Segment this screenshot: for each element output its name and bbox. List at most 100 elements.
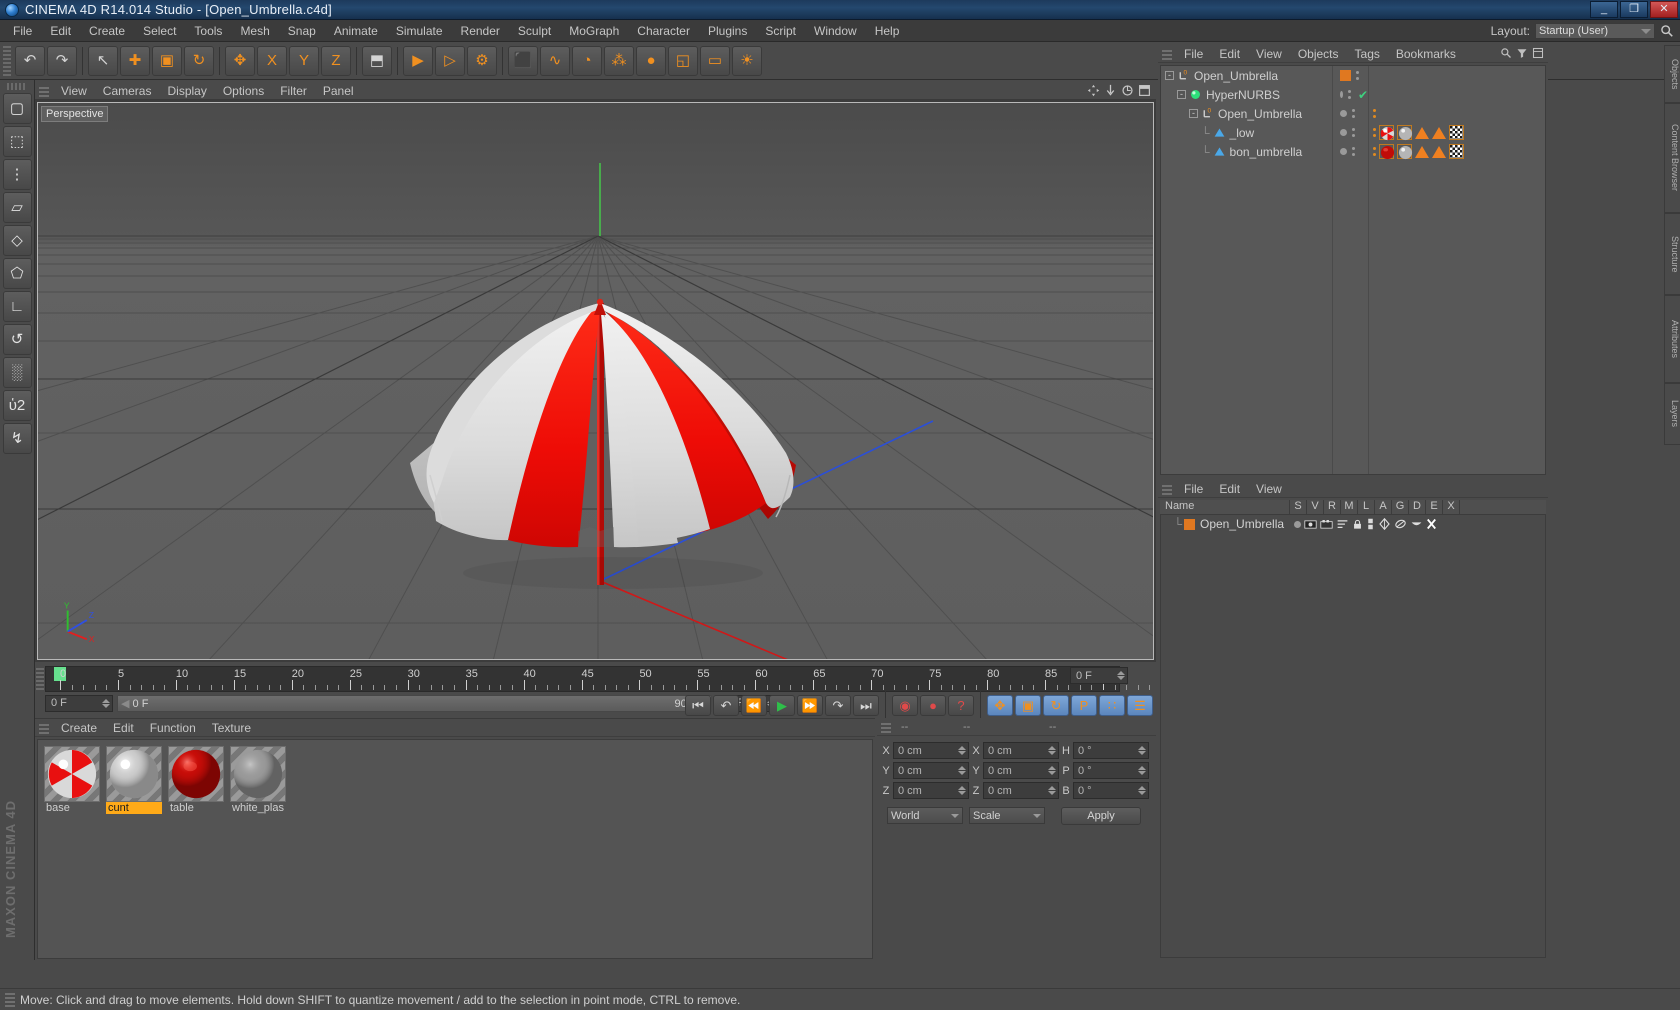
rotation-spinner[interactable] — [1138, 746, 1146, 755]
camera-button[interactable]: ◱ — [668, 45, 698, 76]
right-tab-objects[interactable]: Objects — [1664, 45, 1680, 103]
minimize-button[interactable]: _ — [1590, 1, 1618, 18]
menu-item-snap[interactable]: Snap — [279, 20, 325, 42]
redo-button[interactable]: ↷ — [47, 45, 77, 76]
right-tab-content-browser[interactable]: Content Browser — [1664, 103, 1680, 213]
material-menu-function[interactable]: Function — [142, 719, 204, 737]
visible-icon[interactable] — [1304, 519, 1317, 530]
rotate-button[interactable]: ↻ — [184, 45, 214, 76]
frame-indicator-spinner[interactable] — [1117, 671, 1125, 680]
selection-tag[interactable] — [1449, 144, 1464, 159]
viewport-3d[interactable]: Perspective Y X Z — [37, 102, 1154, 660]
viewport-menu-filter[interactable]: Filter — [272, 82, 315, 100]
layer-menu-edit[interactable]: Edit — [1211, 480, 1248, 498]
rotation-field-b[interactable]: 0 ° — [1073, 782, 1149, 799]
render-visibility-dots-icon[interactable] — [1356, 71, 1359, 80]
menu-item-render[interactable]: Render — [452, 20, 509, 42]
cube-primitive-button[interactable]: ⬛ — [508, 45, 538, 76]
layer-column-a[interactable]: A — [1375, 500, 1392, 514]
material-item[interactable]: cunt — [106, 746, 162, 814]
layer-column-r[interactable]: R — [1324, 500, 1341, 514]
position-spinner[interactable] — [958, 746, 966, 755]
material-item[interactable]: table — [168, 746, 224, 814]
object-row[interactable]: - 0 Open_Umbrella — [1161, 66, 1332, 85]
y-axis-lock-button[interactable]: Y — [289, 45, 319, 76]
object-expander[interactable]: - — [1165, 71, 1174, 80]
enable-axis-button[interactable]: ↺ — [2, 324, 32, 355]
z-axis-lock-button[interactable]: Z — [321, 45, 351, 76]
filter-icon[interactable] — [1516, 47, 1528, 59]
palette-grip[interactable] — [7, 83, 27, 90]
coordinates-menu-grip[interactable] — [881, 720, 891, 733]
timeline-grip[interactable] — [36, 668, 44, 690]
object-menu-tags[interactable]: Tags — [1347, 45, 1388, 63]
search-icon[interactable] — [1500, 47, 1512, 59]
record-active-objects-button[interactable]: ◉ — [892, 694, 918, 716]
uvw-tag[interactable] — [1432, 145, 1446, 158]
editor-visibility-dot-icon[interactable] — [1340, 110, 1347, 117]
apply-button[interactable]: Apply — [1061, 807, 1141, 825]
menu-item-sculpt[interactable]: Sculpt — [509, 20, 560, 42]
material-menu-grip[interactable] — [39, 721, 49, 734]
red-white-material-tag[interactable] — [1379, 125, 1395, 141]
uvw-tag[interactable] — [1415, 126, 1429, 139]
model-mode-button[interactable]: ▢ — [2, 93, 32, 124]
render-icon[interactable] — [1320, 519, 1333, 530]
menu-item-mesh[interactable]: Mesh — [231, 20, 278, 42]
material-list[interactable]: base cunt table white_plas — [37, 739, 873, 959]
rotation-field-p[interactable]: 0 ° — [1073, 762, 1149, 779]
layer-column-x[interactable]: X — [1443, 500, 1460, 514]
uvw-tag[interactable] — [1432, 126, 1446, 139]
viewport-menu-grip[interactable] — [39, 84, 49, 97]
nurbs-button[interactable]: ◔ — [572, 45, 602, 76]
point-level-animation-button[interactable]: ∷ — [1099, 694, 1125, 716]
rotation-field-h[interactable]: 0 ° — [1073, 742, 1149, 759]
viewport-menu-options[interactable]: Options — [215, 82, 272, 100]
expression-icon[interactable] — [1410, 519, 1423, 529]
maximize-button[interactable]: ❐ — [1620, 1, 1648, 18]
editor-visibility-dot-icon[interactable] — [1340, 148, 1347, 155]
layer-color-swatch[interactable] — [1184, 518, 1195, 530]
frame-indicator-field[interactable]: 0 F — [1070, 667, 1128, 684]
x-axis-lock-button[interactable]: X — [257, 45, 287, 76]
right-tab-layers[interactable]: Layers — [1664, 383, 1680, 445]
object-menu-edit[interactable]: Edit — [1211, 45, 1248, 63]
transform-mode-dropdown[interactable]: Scale — [969, 807, 1045, 824]
red-material-tag[interactable] — [1379, 144, 1395, 160]
menu-item-select[interactable]: Select — [134, 20, 185, 42]
light-button[interactable]: ☀ — [732, 45, 762, 76]
object-expander[interactable]: - — [1189, 109, 1198, 118]
material-swatch-base[interactable] — [44, 746, 100, 802]
world-coordinate-button[interactable]: ⬒ — [362, 45, 392, 76]
rotate-icon[interactable] — [1121, 84, 1134, 97]
material-swatch-white-plas[interactable] — [230, 746, 286, 802]
world-object-axis-button[interactable]: ✥ — [225, 45, 255, 76]
menu-item-mograph[interactable]: MoGraph — [560, 20, 628, 42]
autokeying-button[interactable]: ● — [920, 694, 946, 716]
preview-range-bar[interactable]: ◀ 0 F 90 F ▶ — [117, 694, 712, 712]
render-region-button[interactable]: ▷ — [435, 45, 465, 76]
viewport-solo-button[interactable]: ░ — [2, 357, 32, 388]
lock-icon[interactable] — [1352, 519, 1363, 530]
material-swatch-table[interactable] — [168, 746, 224, 802]
keyframe-selection-button[interactable]: ? — [948, 694, 974, 716]
dolly-icon[interactable] — [1104, 84, 1117, 97]
size-spinner[interactable] — [1048, 786, 1056, 795]
render-visibility-dots-icon[interactable] — [1352, 109, 1355, 118]
rotation-spinner[interactable] — [1138, 766, 1146, 775]
size-spinner[interactable] — [1048, 746, 1056, 755]
menu-item-script[interactable]: Script — [756, 20, 805, 42]
material-menu-edit[interactable]: Edit — [105, 719, 142, 737]
animation-icon[interactable] — [1366, 518, 1375, 530]
material-item[interactable]: white_plas — [230, 746, 286, 814]
viewport-menu-display[interactable]: Display — [159, 82, 214, 100]
menu-item-window[interactable]: Window — [805, 20, 866, 42]
layer-list-body[interactable] — [1160, 515, 1546, 958]
rotation-key-button[interactable]: ↻ — [1043, 694, 1069, 716]
solo-dot-icon[interactable] — [1294, 520, 1302, 528]
object-menu-objects[interactable]: Objects — [1290, 45, 1347, 63]
viewport-menu-cameras[interactable]: Cameras — [95, 82, 160, 100]
material-swatch-cunt[interactable] — [106, 746, 162, 802]
layer-column-d[interactable]: D — [1409, 500, 1426, 514]
object-menu-bookmarks[interactable]: Bookmarks — [1388, 45, 1464, 63]
